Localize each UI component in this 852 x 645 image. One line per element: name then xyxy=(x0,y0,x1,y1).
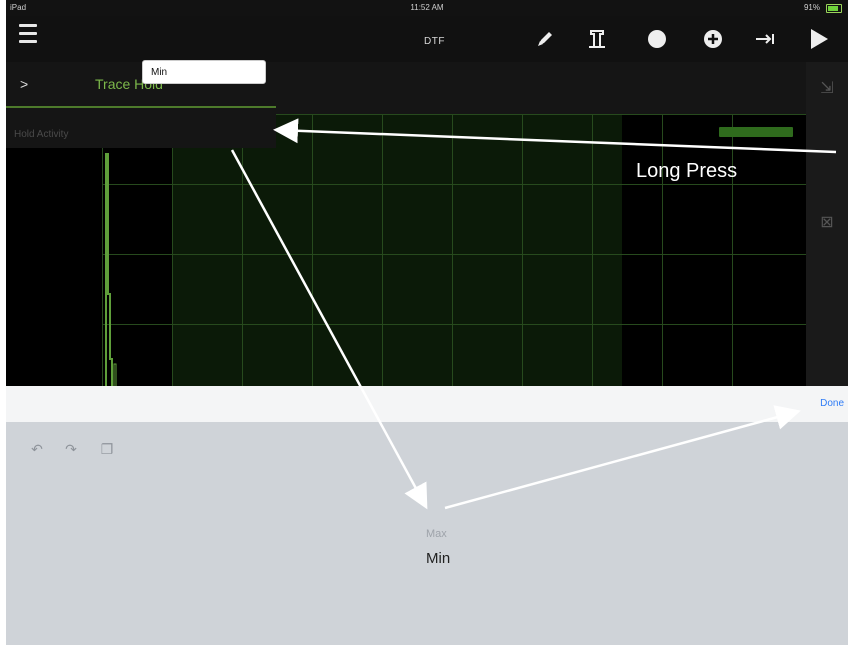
status-time: 11:52 AM xyxy=(410,3,444,12)
trace-plot[interactable] xyxy=(102,114,806,386)
mode-label[interactable]: DTF xyxy=(424,36,445,47)
play-icon[interactable] xyxy=(804,25,834,53)
add-circle-icon[interactable] xyxy=(698,25,728,53)
picker-keyboard: ↶ ↷ ❐ Max Min xyxy=(6,422,848,645)
done-button[interactable]: Done xyxy=(820,398,844,409)
split-icon[interactable]: ⊠ xyxy=(816,212,838,234)
record-icon[interactable] xyxy=(642,25,672,53)
hamburger-menu-icon[interactable] xyxy=(19,24,37,46)
paste-icon[interactable]: ❐ xyxy=(98,440,116,458)
collapse-chevron-icon[interactable]: > xyxy=(20,76,28,92)
status-battery-percent: 91% xyxy=(803,3,820,12)
top-toolbar: DTF xyxy=(6,16,848,62)
hold-activity-field[interactable]: Min xyxy=(142,60,266,84)
hold-activity-label: Hold Activity xyxy=(14,129,69,140)
status-badge xyxy=(719,127,793,137)
marker-icon[interactable] xyxy=(582,25,612,53)
battery-icon xyxy=(826,4,842,13)
right-tool-rail: ⇲ ⊠ xyxy=(806,62,848,386)
picker-option-min-selected[interactable]: Min xyxy=(426,550,450,567)
status-bar: iPad 11:52 AM 91% xyxy=(6,0,848,16)
long-press-annotation: Long Press xyxy=(636,160,738,182)
arrow-right-bar-icon[interactable] xyxy=(750,25,780,53)
undo-icon[interactable]: ↶ xyxy=(28,440,46,458)
trace-line xyxy=(105,153,117,386)
app-frame: iPad 11:52 AM 91% DTF ⇲ ⊠ > Trace Hold H… xyxy=(6,0,848,645)
cursor-icon[interactable]: ⇲ xyxy=(816,78,838,100)
pencil-icon[interactable] xyxy=(530,25,560,53)
picker-option-max[interactable]: Max xyxy=(426,528,447,540)
redo-icon[interactable]: ↷ xyxy=(62,440,80,458)
keyboard-accessory-bar: Done xyxy=(6,386,848,422)
